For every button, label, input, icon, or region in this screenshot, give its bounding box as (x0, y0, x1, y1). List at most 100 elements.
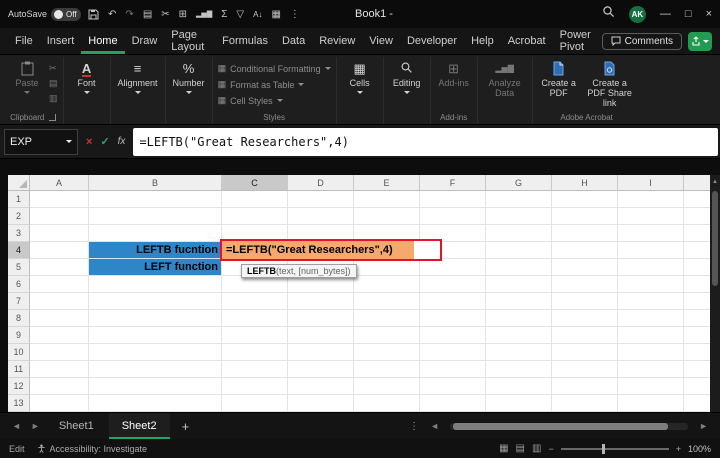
select-all-corner[interactable] (8, 175, 30, 191)
cell-C7[interactable] (222, 293, 288, 310)
cell-A2[interactable] (30, 208, 89, 225)
row-header-4[interactable]: 4 (8, 242, 30, 259)
cell-G1[interactable] (486, 191, 552, 208)
cell-D7[interactable] (288, 293, 354, 310)
tab-draw[interactable]: Draw (125, 28, 165, 54)
row-header-8[interactable]: 8 (8, 310, 30, 327)
cell-G8[interactable] (486, 310, 552, 327)
column-header-b[interactable]: B (89, 175, 222, 191)
cell-B9[interactable] (89, 327, 222, 344)
cell-A5[interactable] (30, 259, 89, 276)
cell-G3[interactable] (486, 225, 552, 242)
cell-G4[interactable] (486, 242, 552, 259)
cell-F10[interactable] (420, 344, 486, 361)
cell-C9[interactable] (222, 327, 288, 344)
cell-A11[interactable] (30, 361, 89, 378)
cell-I13[interactable] (618, 395, 684, 412)
cell-B2[interactable] (89, 208, 222, 225)
number-menu-button[interactable]: % Number (171, 57, 207, 94)
cell-D12[interactable] (288, 378, 354, 395)
cell-E5[interactable] (354, 259, 420, 276)
cell-F12[interactable] (420, 378, 486, 395)
row-header-2[interactable]: 2 (8, 208, 30, 225)
save-icon[interactable] (88, 9, 99, 20)
cell-D9[interactable] (288, 327, 354, 344)
cell-G7[interactable] (486, 293, 552, 310)
cell-A4[interactable] (30, 242, 89, 259)
cell-E7[interactable] (354, 293, 420, 310)
cell-D10[interactable] (288, 344, 354, 361)
cell-H13[interactable] (552, 395, 618, 412)
analyze-data-button[interactable]: ▂▅▇ Analyze Data (483, 57, 527, 99)
conditional-formatting-button[interactable]: ▦ Conditional Formatting (218, 61, 331, 76)
dialog-launcher-icon[interactable] (49, 114, 56, 121)
cell-G10[interactable] (486, 344, 552, 361)
vertical-scrollbar[interactable]: ▲ (710, 175, 720, 412)
cell-F7[interactable] (420, 293, 486, 310)
row-header-9[interactable]: 9 (8, 327, 30, 344)
edit-cell-fill[interactable]: =LEFTB("Great Researchers",4) (222, 241, 414, 259)
cell-C2[interactable] (222, 208, 288, 225)
tab-insert[interactable]: Insert (40, 28, 82, 54)
cell-D13[interactable] (288, 395, 354, 412)
sheet-nav-left-icon[interactable]: ◄ (8, 421, 25, 431)
sheet-nav-right-icon[interactable]: ► (27, 421, 44, 431)
share-button[interactable] (688, 32, 712, 51)
maximize-button[interactable]: □ (685, 8, 692, 20)
cell-F9[interactable] (420, 327, 486, 344)
cell-G6[interactable] (486, 276, 552, 293)
qat-clipboard-icon[interactable]: ▤ (143, 9, 152, 20)
row-header-11[interactable]: 11 (8, 361, 30, 378)
cell-E9[interactable] (354, 327, 420, 344)
cell-H1[interactable] (552, 191, 618, 208)
cell-C1[interactable] (222, 191, 288, 208)
scroll-up-icon[interactable]: ▲ (712, 177, 718, 187)
cell-G9[interactable] (486, 327, 552, 344)
cell-F5[interactable] (420, 259, 486, 276)
cell-F2[interactable] (420, 208, 486, 225)
column-header-g[interactable]: G (486, 175, 552, 191)
qat-table-icon[interactable]: ⊞ (179, 9, 187, 20)
format-as-table-button[interactable]: ▦ Format as Table (218, 77, 331, 92)
cell-C10[interactable] (222, 344, 288, 361)
cell-H9[interactable] (552, 327, 618, 344)
cell-H2[interactable] (552, 208, 618, 225)
zoom-in-icon[interactable]: + (676, 444, 681, 454)
row-header-1[interactable]: 1 (8, 191, 30, 208)
column-header-i[interactable]: I (618, 175, 684, 191)
cell-I6[interactable] (618, 276, 684, 293)
cell-styles-button[interactable]: ▦ Cell Styles (218, 93, 331, 108)
cells-menu-button[interactable]: ▦ Cells (342, 57, 378, 94)
horizontal-scrollbar[interactable] (450, 423, 688, 430)
cell-H10[interactable] (552, 344, 618, 361)
cell-E10[interactable] (354, 344, 420, 361)
row-header-5[interactable]: 5 (8, 259, 30, 276)
name-box[interactable]: EXP (4, 129, 78, 155)
tab-page-layout[interactable]: Page Layout (164, 28, 215, 54)
tab-developer[interactable]: Developer (400, 28, 464, 54)
qat-sort-icon[interactable]: A↓ (253, 10, 262, 19)
cancel-icon[interactable]: × (86, 136, 92, 148)
row-header-13[interactable]: 13 (8, 395, 30, 412)
formula-input[interactable]: =LEFTB("Great Researchers",4) (133, 128, 718, 156)
cell-C6[interactable] (222, 276, 288, 293)
redo-icon[interactable]: ↷ (125, 9, 133, 20)
qat-autosum-icon[interactable]: Σ (221, 9, 227, 20)
cell-B1[interactable] (89, 191, 222, 208)
column-header-e[interactable]: E (354, 175, 420, 191)
zoom-slider[interactable] (561, 448, 669, 450)
cell-D6[interactable] (288, 276, 354, 293)
cell-B11[interactable] (89, 361, 222, 378)
column-header-a[interactable]: A (30, 175, 89, 191)
cell-D2[interactable] (288, 208, 354, 225)
autosave-switch[interactable]: Off (51, 8, 81, 21)
sheet-tab-sheet2[interactable]: Sheet2 (109, 413, 170, 439)
cell-E2[interactable] (354, 208, 420, 225)
create-pdf-button[interactable]: Create a PDF (538, 57, 580, 99)
cell-G2[interactable] (486, 208, 552, 225)
font-menu-button[interactable]: A Font (69, 57, 105, 94)
cell-B3[interactable] (89, 225, 222, 242)
cell-B7[interactable] (89, 293, 222, 310)
cell-A3[interactable] (30, 225, 89, 242)
zoom-level[interactable]: 100% (688, 444, 711, 454)
